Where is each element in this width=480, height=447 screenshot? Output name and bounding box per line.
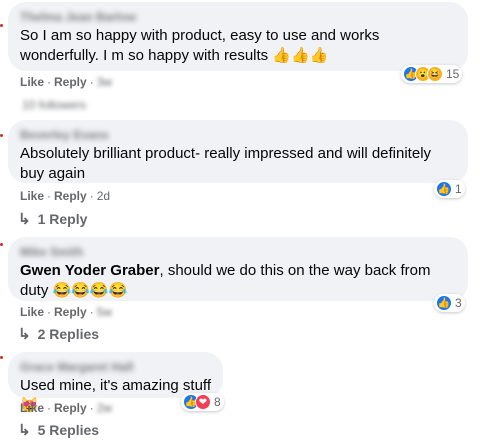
comment-author[interactable]: Mike Smith (20, 245, 456, 259)
reaction-summary[interactable]: 👍 ❤ 8 (181, 393, 224, 411)
edge-marker (0, 356, 3, 359)
comment-actions: Like · Reply · 3w (20, 75, 113, 89)
like-icon: 👍 (436, 181, 452, 197)
reply-link[interactable]: Reply (54, 75, 87, 89)
comment-text: So I am so happy with product, easy to u… (20, 27, 380, 64)
reply-arrow-icon: ↳ (18, 326, 31, 343)
view-replies-button[interactable]: ↳ 5 Replies (18, 421, 99, 439)
love-icon: ❤ (195, 394, 211, 410)
comment-actions: Like · Reply · 5w (20, 305, 113, 319)
reaction-count: 1 (455, 182, 462, 196)
replies-label: 2 Replies (37, 326, 100, 342)
edge-marker (0, 243, 3, 246)
reaction-count: 8 (214, 395, 221, 409)
comment-author[interactable]: Beverley Evans (20, 128, 456, 142)
reaction-count: 3 (455, 296, 462, 310)
comment-text: Absolutely brilliant product- really imp… (20, 145, 432, 182)
reply-link[interactable]: Reply (54, 189, 87, 203)
like-link[interactable]: Like (20, 75, 44, 89)
like-link[interactable]: Like (20, 305, 44, 319)
comment-thread: Thelma Jean Barlow So I am so happy with… (0, 0, 480, 447)
like-link[interactable]: Like (20, 189, 44, 203)
timestamp[interactable]: 5w (97, 305, 112, 319)
comment-author[interactable]: Thelma Jean Barlow (20, 10, 456, 24)
reaction-summary[interactable]: 👍 😮 😆 15 (401, 65, 463, 83)
reaction-summary[interactable]: 👍 1 (434, 180, 465, 198)
replies-label: 5 Replies (37, 422, 100, 438)
view-replies-button[interactable]: ↳ 2 Replies (18, 325, 99, 343)
comment-author[interactable]: Grace Margaret Hall (20, 360, 211, 374)
comment-text: Gwen Yoder Graber, should we do this on … (20, 261, 456, 301)
comment-bubble: Grace Margaret Hall Used mine, it's amaz… (8, 352, 223, 414)
replies-label: 1 Reply (37, 211, 88, 227)
comment-bubble: Thelma Jean Barlow So I am so happy with… (8, 2, 468, 71)
comment-actions: Like · Reply · 2d (20, 189, 111, 203)
timestamp[interactable]: 2d (97, 189, 110, 203)
comment-actions: Like · Reply · 2w (20, 401, 113, 415)
like-link[interactable]: Like (20, 401, 44, 415)
view-replies-button[interactable]: ↳ 1 Reply (18, 210, 87, 228)
reply-link[interactable]: Reply (54, 401, 87, 415)
reply-arrow-icon: ↳ (18, 422, 31, 439)
reply-arrow-icon: ↳ (18, 211, 31, 228)
edge-marker (0, 134, 3, 137)
timestamp[interactable]: 3w (97, 75, 112, 89)
timestamp[interactable]: 2w (97, 401, 112, 415)
blurred-note: 10 followers (22, 98, 87, 112)
reply-link[interactable]: Reply (54, 305, 87, 319)
edge-marker (0, 24, 3, 27)
comment-bubble: Beverley Evans Absolutely brilliant prod… (8, 120, 468, 183)
comment-bubble: Mike Smith Gwen Yoder Graber, should we … (8, 237, 468, 301)
mention-link[interactable]: Gwen Yoder Graber (20, 262, 160, 279)
like-icon: 👍 (436, 295, 452, 311)
haha-icon: 😆 (427, 66, 443, 82)
reaction-count: 15 (446, 67, 460, 81)
reaction-summary[interactable]: 👍 3 (434, 294, 465, 312)
